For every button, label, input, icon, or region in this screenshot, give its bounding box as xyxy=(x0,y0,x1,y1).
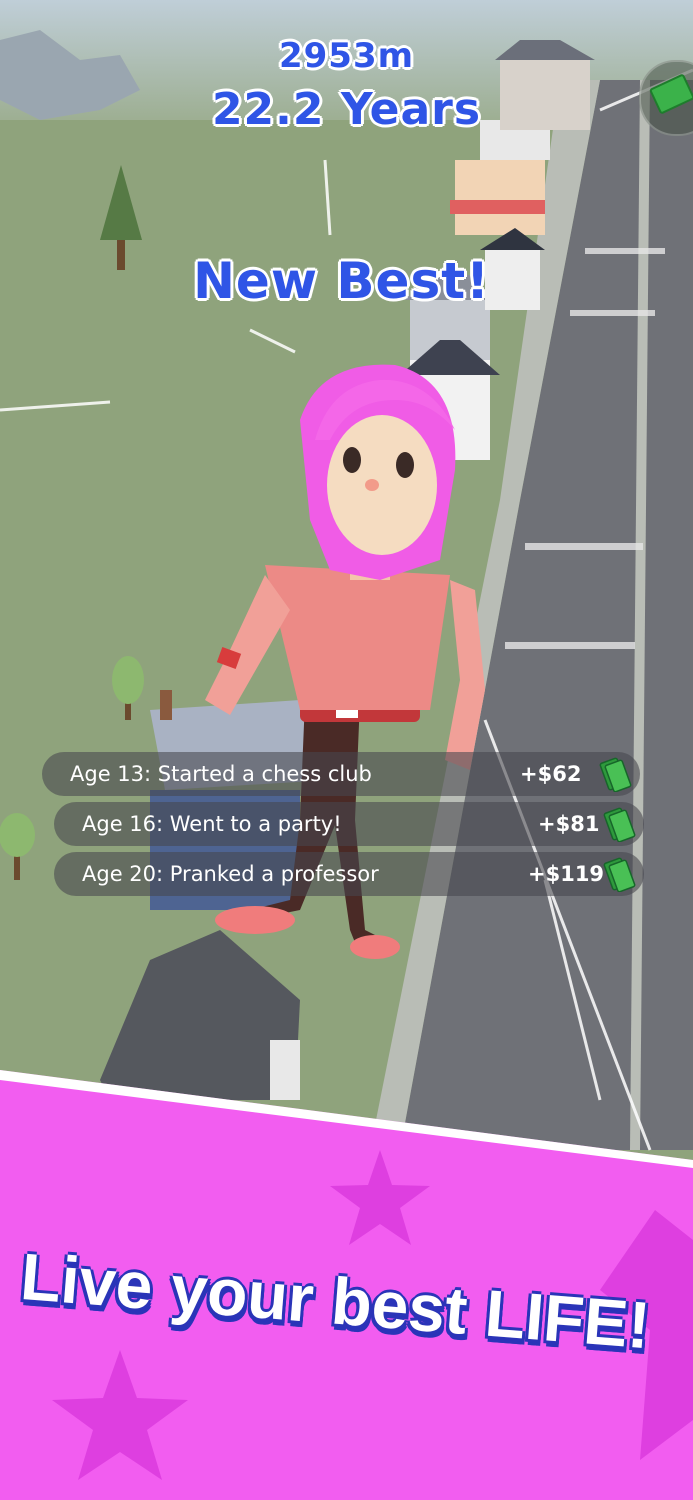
life-event-label: Age 16: Went to a party! xyxy=(82,812,342,836)
life-event-amount: +$62 xyxy=(520,762,582,786)
life-event-label: Age 13: Started a chess club xyxy=(70,762,372,786)
money-stack-icon xyxy=(603,857,636,892)
life-event-label: Age 20: Pranked a professor xyxy=(82,862,379,886)
life-event-row: Age 20: Pranked a professor +$119 xyxy=(54,852,644,896)
game-scene: 2953m 22.2 Years New Best! Age 13: Start… xyxy=(0,0,693,1500)
life-event-amount: +$81 xyxy=(538,812,600,836)
new-best-banner: New Best! xyxy=(193,252,490,310)
life-event-row: Age 16: Went to a party! +$81 xyxy=(54,802,644,846)
distance-counter: 2953m xyxy=(278,36,415,76)
life-event-amount: +$119 xyxy=(528,862,605,886)
money-stack-icon xyxy=(603,807,636,842)
money-stack-icon xyxy=(599,757,632,792)
age-years-counter: 22.2 Years xyxy=(211,84,482,135)
life-event-row: Age 13: Started a chess club +$62 xyxy=(42,752,640,796)
game-world xyxy=(0,0,693,1500)
